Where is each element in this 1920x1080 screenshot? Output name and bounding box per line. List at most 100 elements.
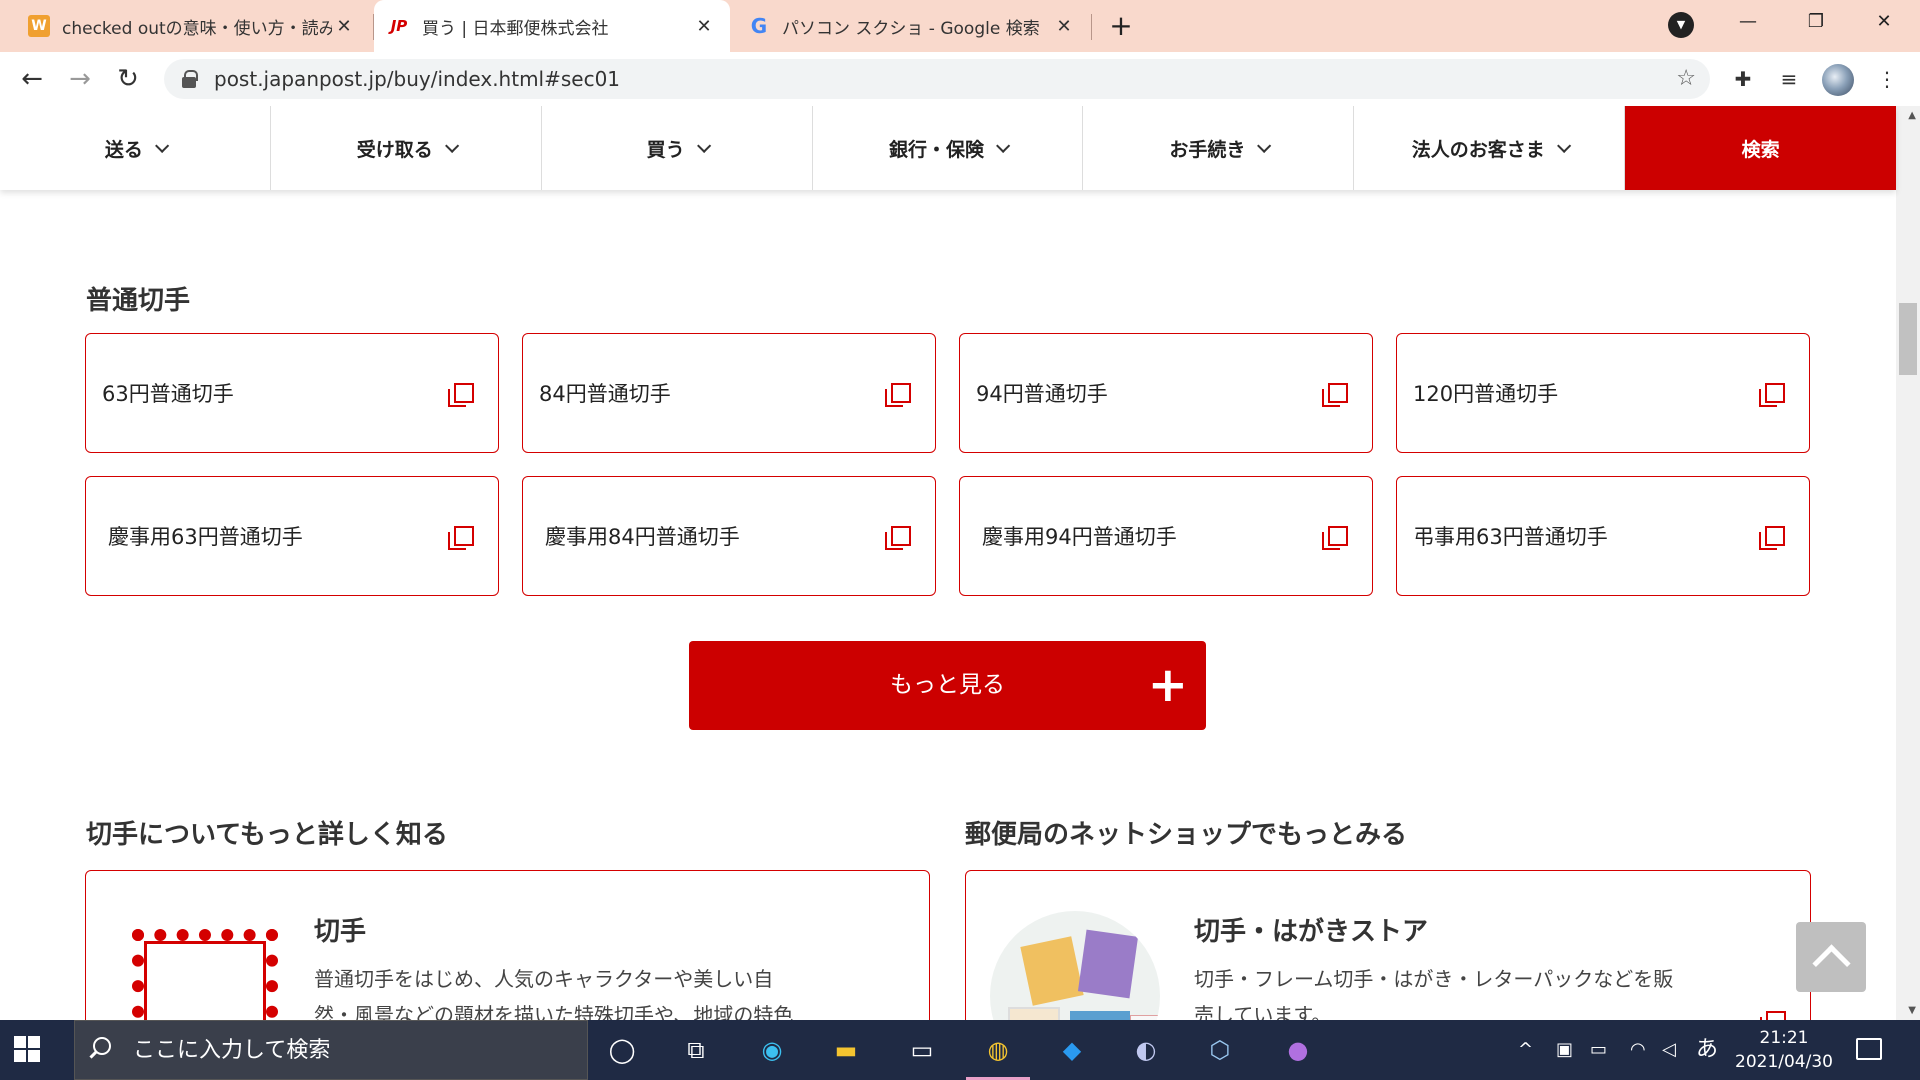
virtualbox-icon[interactable]: ⬡ xyxy=(1200,1030,1240,1070)
stamp-card[interactable]: 弔事用63円普通切手 xyxy=(1396,476,1810,596)
external-window-icon xyxy=(1760,1011,1786,1020)
clock-date: 2021/04/30 xyxy=(1735,1052,1833,1072)
show-more-label: もっと見る xyxy=(890,672,1005,698)
edge-icon[interactable]: ◉ xyxy=(752,1030,792,1070)
back-arrow-icon[interactable]: ← xyxy=(14,61,50,97)
chevron-down-icon xyxy=(444,138,459,153)
section-title-ordinary-stamps: 普通切手 xyxy=(86,286,191,316)
stamp-card-label: 84円普通切手 xyxy=(539,382,671,406)
nav-item-corporate[interactable]: 法人のお客さま xyxy=(1354,106,1626,190)
stamp-info-card-title: 切手 xyxy=(314,917,367,947)
tray-chevron-up-icon[interactable]: ^ xyxy=(1518,1020,1533,1080)
stamp-info-card[interactable]: 切手 普通切手をはじめ、人気のキャラクターや美しい自 然・風景などの題材を描いた… xyxy=(85,870,930,1020)
external-window-icon xyxy=(1322,526,1348,550)
taskbar-search-box[interactable]: ここに入力して検索 xyxy=(74,1020,588,1080)
nav-item-buy[interactable]: 買う xyxy=(542,106,813,190)
tab-close-icon[interactable]: ✕ xyxy=(332,16,356,37)
external-window-icon xyxy=(448,383,474,407)
stamp-card[interactable]: 63円普通切手 xyxy=(85,333,499,453)
japanpost-favicon-icon: JP xyxy=(390,17,408,35)
address-bar[interactable]: post.japanpost.jp/buy/index.html#sec01 ☆ xyxy=(164,59,1710,99)
ime-indicator[interactable]: あ xyxy=(1696,1020,1718,1080)
external-window-icon xyxy=(885,383,911,407)
stamp-card[interactable]: 慶事用63円普通切手 xyxy=(85,476,499,596)
show-more-button[interactable]: もっと見る + xyxy=(689,641,1206,730)
google-favicon-icon: G xyxy=(750,14,768,38)
plus-icon: + xyxy=(1147,657,1188,713)
notification-center-icon[interactable] xyxy=(1856,1038,1882,1060)
tab-title: checked outの意味・使い方・読み方 xyxy=(62,18,332,39)
restore-icon[interactable]: ❐ xyxy=(1788,4,1844,40)
address-url[interactable]: post.japanpost.jp/buy/index.html#sec01 xyxy=(214,59,620,99)
nav-item-send[interactable]: 送る xyxy=(0,106,271,190)
new-tab-plus-icon[interactable]: + xyxy=(1104,10,1138,44)
file-explorer-icon[interactable]: ▬ xyxy=(826,1030,866,1070)
browser-tab-2[interactable]: JP 買う | 日本郵便株式会社 ✕ xyxy=(374,0,730,52)
scrollbar-thumb[interactable] xyxy=(1899,303,1917,375)
web-page: 送る 受け取る 買う 銀行・保険 お手続き 法人のお客さま 検索 ▲ ▼ 普通切… xyxy=(0,106,1920,1020)
extensions-puzzle-icon[interactable]: ✚ xyxy=(1728,64,1758,94)
page-scrollbar[interactable]: ▲ ▼ xyxy=(1896,106,1920,1020)
vscode-icon[interactable]: ◆ xyxy=(1052,1030,1092,1070)
stamp-card-label: 94円普通切手 xyxy=(976,382,1108,406)
github-desktop-icon[interactable]: ● xyxy=(1278,1030,1318,1070)
nav-item-receive[interactable]: 受け取る xyxy=(271,106,542,190)
site-search-button[interactable]: 検索 xyxy=(1625,106,1897,190)
tab-close-icon[interactable]: ✕ xyxy=(692,16,716,37)
nav-item-bank-insurance[interactable]: 銀行・保険 xyxy=(813,106,1084,190)
stamp-card-label: 63円普通切手 xyxy=(102,382,234,406)
external-window-icon xyxy=(1322,383,1348,407)
task-view-icon[interactable]: ⧉ xyxy=(676,1030,716,1070)
section-title-netshop: 郵便局のネットショップでもっとみる xyxy=(965,820,1408,850)
terminal-icon[interactable]: ▭ xyxy=(902,1030,942,1070)
cortana-icon[interactable]: ◯ xyxy=(602,1030,642,1070)
stamp-card[interactable]: 94円普通切手 xyxy=(959,333,1373,453)
minimize-icon[interactable]: — xyxy=(1720,4,1776,40)
nav-item-label: 受け取る xyxy=(356,138,433,161)
stamp-card[interactable]: 慶事用94円普通切手 xyxy=(959,476,1373,596)
stamp-card[interactable]: 120円普通切手 xyxy=(1396,333,1810,453)
tab-title: パソコン スクショ - Google 検索 xyxy=(782,18,1040,39)
tab-search-chevron-icon[interactable]: ▼ xyxy=(1668,12,1694,38)
eclipse-icon[interactable]: ◐ xyxy=(1126,1030,1166,1070)
forward-arrow-icon[interactable]: → xyxy=(62,61,98,97)
tab-separator xyxy=(1091,14,1092,40)
nav-item-label: 法人のお客さま xyxy=(1411,138,1545,161)
tray-meet-icon[interactable]: ▣ xyxy=(1556,1020,1573,1080)
stamp-store-card-desc-line: 売しています。 xyxy=(1194,1003,1332,1020)
search-icon xyxy=(93,1037,111,1055)
stamp-card[interactable]: 84円普通切手 xyxy=(522,333,936,453)
window-close-icon[interactable]: ✕ xyxy=(1856,4,1912,40)
tray-wifi-icon[interactable]: ◠ xyxy=(1630,1020,1646,1080)
tray-battery-icon[interactable]: ▭ xyxy=(1590,1020,1607,1080)
external-window-icon xyxy=(448,526,474,550)
section-title-learn-more: 切手についてもっと詳しく知る xyxy=(86,820,448,850)
nav-item-label: お手続き xyxy=(1169,138,1246,161)
taskbar-clock[interactable]: 21:21 2021/04/30 xyxy=(1732,1026,1836,1074)
site-global-nav: 送る 受け取る 買う 銀行・保険 お手続き 法人のお客さま 検索 xyxy=(0,106,1897,190)
bookmark-star-icon[interactable]: ☆ xyxy=(1676,59,1696,99)
external-window-icon xyxy=(1759,526,1785,550)
reload-icon[interactable]: ↻ xyxy=(110,61,146,97)
windows-start-icon[interactable] xyxy=(14,1036,42,1064)
scroll-up-arrow-icon[interactable]: ▲ xyxy=(1908,110,1916,121)
menu-kebab-icon[interactable]: ⋮ xyxy=(1872,64,1902,94)
browser-tab-3[interactable]: G パソコン スクショ - Google 検索 ✕ xyxy=(734,0,1090,52)
scroll-down-arrow-icon[interactable]: ▼ xyxy=(1908,1005,1916,1016)
windows-taskbar: ここに入力して検索 ◯ ⧉ ◉ ▬ ▭ ◍ ◆ ◐ ⬡ ● ^ ▣ ▭ ◠ ◁ … xyxy=(0,1020,1920,1080)
tab-close-icon[interactable]: ✕ xyxy=(1052,16,1076,37)
profile-avatar[interactable] xyxy=(1822,64,1854,96)
tray-volume-icon[interactable]: ◁ xyxy=(1662,1020,1676,1080)
browser-tab-1[interactable]: W checked outの意味・使い方・読み方 ✕ xyxy=(14,0,370,52)
browser-tab-bar: W checked outの意味・使い方・読み方 ✕ JP 買う | 日本郵便株… xyxy=(0,0,1920,52)
stamp-card-label: 慶事用84円普通切手 xyxy=(545,525,740,549)
chrome-icon[interactable]: ◍ xyxy=(966,1030,1030,1080)
chevron-down-icon xyxy=(1257,138,1272,153)
chevron-down-icon xyxy=(696,138,711,153)
stamp-store-card[interactable]: 切手・はがきストア 切手・フレーム切手・はがき・レターパックなどを販 売していま… xyxy=(965,870,1811,1020)
back-to-top-button[interactable] xyxy=(1796,922,1866,992)
nav-item-procedures[interactable]: お手続き xyxy=(1083,106,1355,190)
lock-icon[interactable] xyxy=(182,70,198,88)
stamp-card[interactable]: 慶事用84円普通切手 xyxy=(522,476,936,596)
media-playlist-icon[interactable]: ≡ xyxy=(1774,64,1804,94)
